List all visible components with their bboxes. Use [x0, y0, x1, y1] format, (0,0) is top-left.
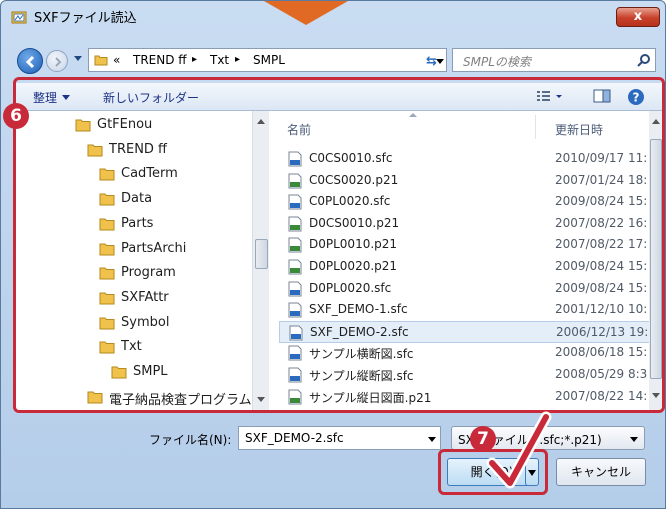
- folder-icon: [94, 55, 108, 66]
- close-button[interactable]: x: [616, 7, 660, 27]
- breadcrumb-separator[interactable]: ▸: [192, 54, 197, 65]
- window-title: SXFファイル読込: [34, 11, 137, 26]
- search-placeholder: SMPLの検索: [463, 55, 531, 69]
- checkmark-icon: [486, 411, 552, 489]
- file-open-dialog: SXFファイル読込 x « TREND ff ▸ Txt ▸ SMPL ⇆ SM…: [0, 0, 666, 509]
- filename-value: SXF_DEMO-2.sfc: [245, 431, 344, 445]
- pointer-arrow-annotation: [264, 1, 348, 25]
- address-bar[interactable]: « TREND ff ▸ Txt ▸ SMPL: [88, 48, 447, 72]
- chevron-down-icon[interactable]: [630, 437, 638, 442]
- arrow-left-icon: [25, 55, 35, 69]
- breadcrumb-separator[interactable]: ▸: [235, 54, 240, 65]
- highlight-box-6: [13, 77, 665, 413]
- address-dropdown-icon[interactable]: [436, 59, 444, 64]
- history-dropdown-icon[interactable]: [74, 56, 82, 61]
- refresh-icon[interactable]: ⇆: [426, 54, 437, 69]
- breadcrumb-smpl[interactable]: SMPL: [253, 53, 285, 67]
- filename-input[interactable]: SXF_DEMO-2.sfc: [238, 426, 441, 450]
- search-icon[interactable]: [637, 53, 651, 67]
- search-box[interactable]: SMPLの検索: [452, 48, 656, 72]
- cancel-button[interactable]: キャンセル: [556, 458, 646, 486]
- back-button[interactable]: [17, 48, 43, 74]
- filename-label: ファイル名(N):: [149, 433, 232, 447]
- forward-button[interactable]: [46, 50, 68, 72]
- breadcrumb-overflow[interactable]: «: [113, 53, 120, 67]
- arrow-right-icon: [55, 57, 62, 67]
- breadcrumb-txt[interactable]: Txt: [210, 53, 229, 67]
- step-badge-6: 6: [3, 103, 29, 129]
- app-icon: [11, 11, 27, 24]
- chevron-down-icon[interactable]: [428, 437, 436, 442]
- breadcrumb-trend-ff[interactable]: TREND ff: [133, 53, 187, 67]
